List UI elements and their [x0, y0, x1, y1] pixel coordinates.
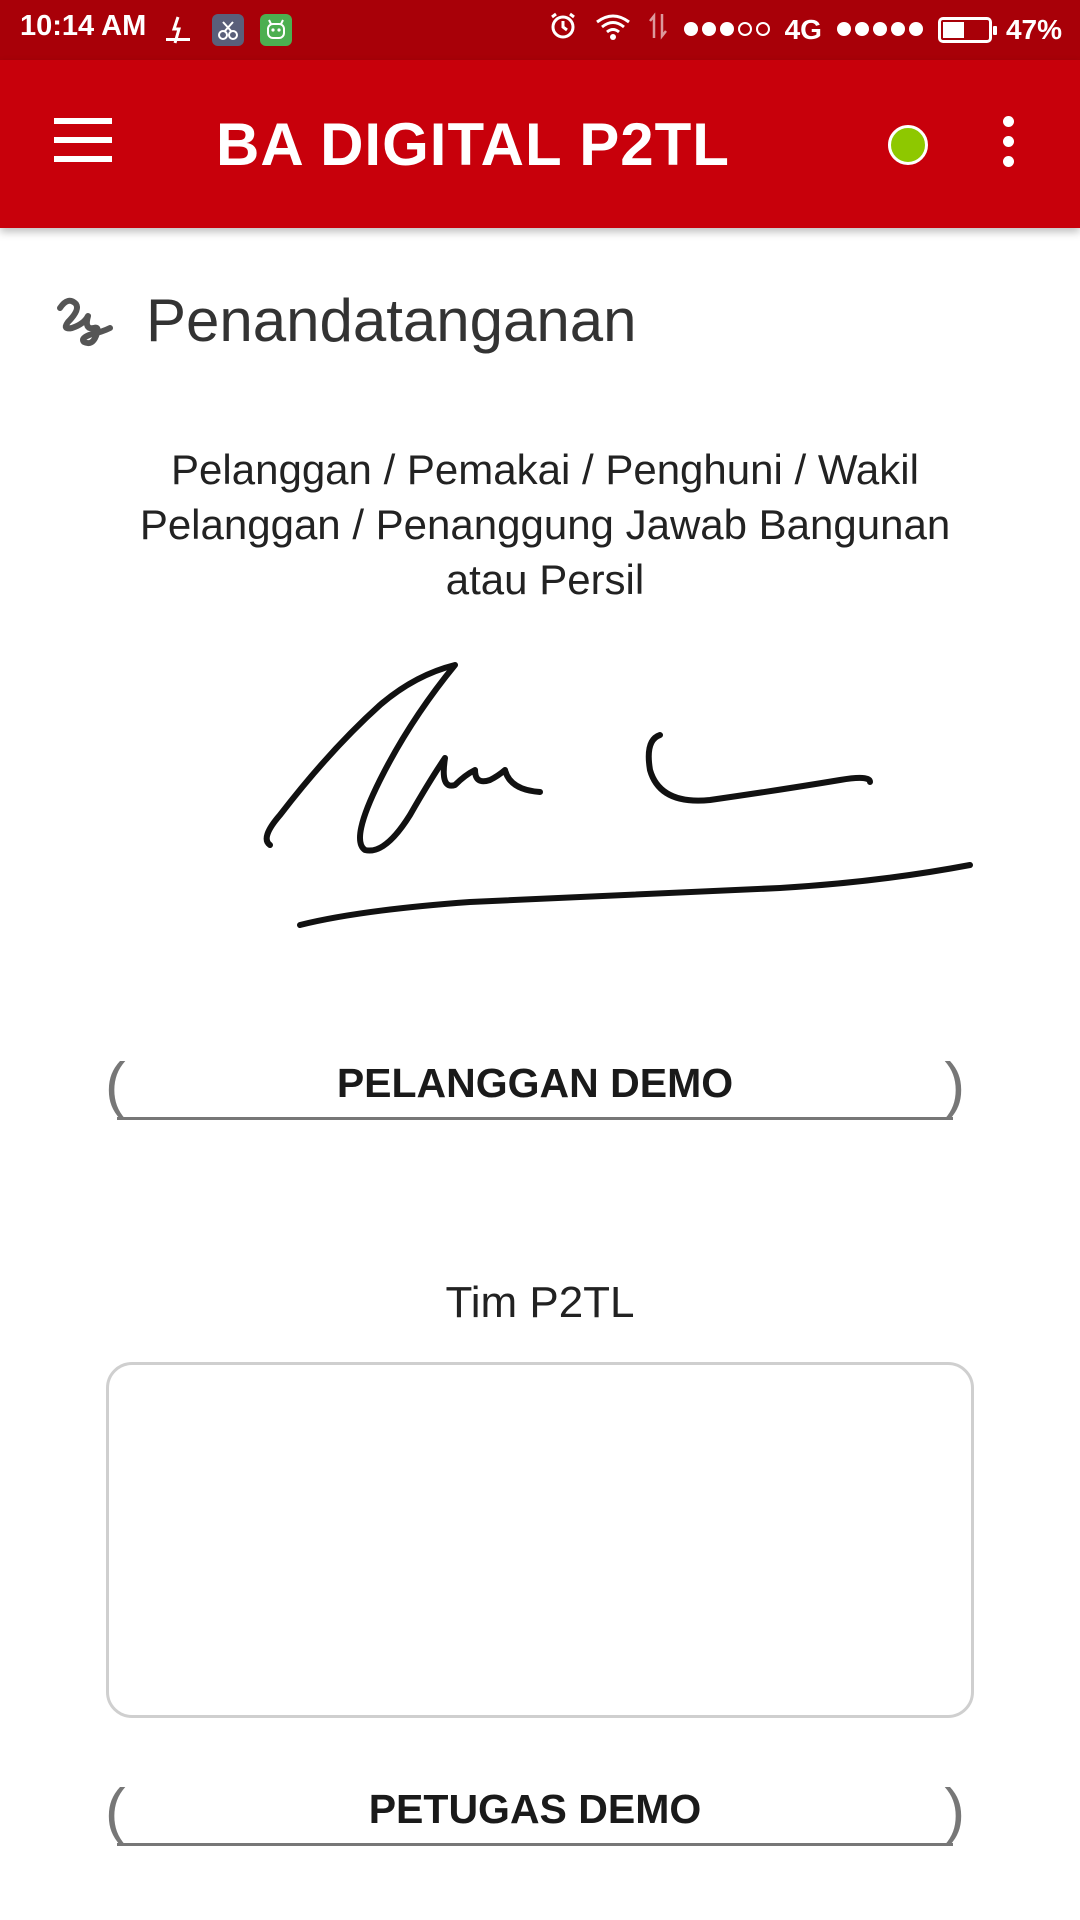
customer-signature-caption: Pelanggan / Pemakai / Penghuni / Wakil P…: [139, 446, 951, 603]
battery-level: [942, 21, 964, 38]
signal-sim1-icon: [683, 14, 771, 46]
officer-name: PETUGAS DEMO: [368, 1786, 702, 1832]
customer-name-field: ( PELANGGAN DEMO ): [105, 1050, 965, 1120]
status-bar: 10:14 AM 4G 47%: [0, 0, 1080, 60]
officer-signature-caption: Tim P2TL: [445, 1278, 635, 1327]
customer-signature-pad[interactable]: [240, 640, 1000, 940]
officer-signature-pad[interactable]: [106, 1362, 974, 1718]
wifi-icon: [593, 10, 633, 49]
signal-sim2-icon: [836, 14, 924, 46]
customer-name-underline: [117, 1117, 953, 1120]
network-type: 4G: [784, 13, 822, 45]
officer-name-field: ( PETUGAS DEMO ): [105, 1776, 965, 1846]
hamburger-menu-icon[interactable]: [54, 118, 112, 164]
battery-icon: [937, 16, 997, 43]
status-time: 10:14 AM: [20, 10, 147, 42]
section-title: Penandatanganan: [146, 287, 637, 354]
paren-close: ): [944, 1777, 965, 1846]
section-header: Penandatanganan: [54, 286, 637, 355]
signature-icon: [57, 297, 113, 346]
data-transfer-icon: [647, 10, 669, 49]
customer-name: PELANGGAN DEMO: [336, 1060, 734, 1106]
signature-stroke: [263, 662, 973, 928]
connection-status-indicator: [888, 125, 928, 165]
app-title: BA DIGITAL P2TL: [216, 111, 730, 178]
alarm-icon: [547, 10, 579, 49]
android-app-icon: [260, 14, 292, 46]
app-bar: BA DIGITAL P2TL: [0, 60, 1080, 228]
status-indicators: 4G 47%: [547, 10, 1062, 49]
paren-close: ): [944, 1051, 965, 1120]
more-options-icon[interactable]: [996, 116, 1020, 172]
battery-percent: 47%: [1005, 13, 1062, 45]
p2tl-app-icon: [162, 14, 194, 46]
officer-name-underline: [117, 1843, 953, 1846]
scissors-app-icon: [212, 14, 244, 46]
